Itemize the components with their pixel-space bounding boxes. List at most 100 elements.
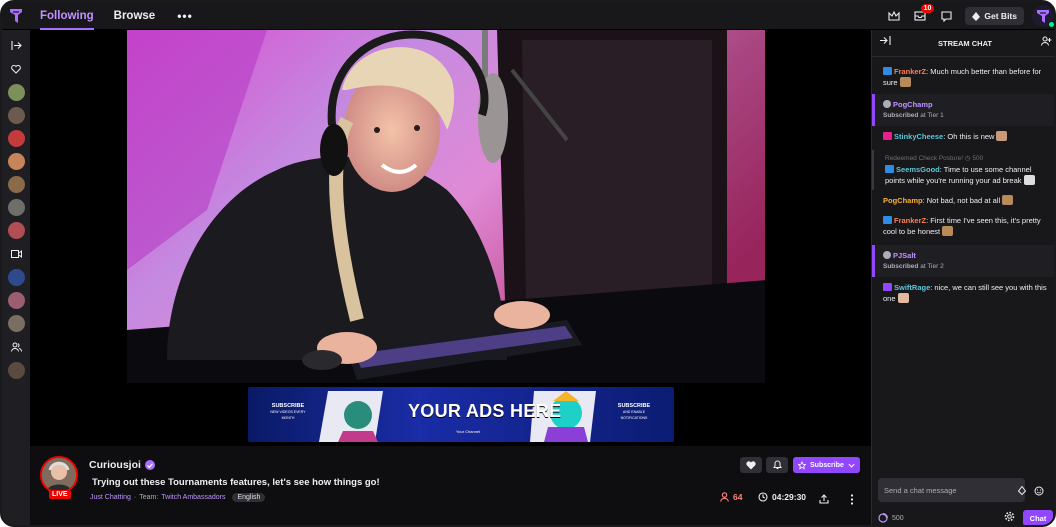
chat-username[interactable]: PogChamp xyxy=(893,100,933,109)
followed-channel-avatar[interactable] xyxy=(7,153,25,170)
prime-crown-icon[interactable] xyxy=(883,5,905,27)
chat-message-list: FrankerZ: Much much better than before f… xyxy=(872,63,1054,308)
recommended-channel-avatar[interactable] xyxy=(7,292,25,309)
stream-video-frame[interactable] xyxy=(127,30,765,383)
chat-subscription-notice: PJSalt Subscribed at Tier 2 xyxy=(872,245,1054,277)
bits-gem-icon[interactable] xyxy=(1018,486,1026,495)
chat-message: StinkyCheese: Oh this is new xyxy=(872,128,1054,146)
followed-channel-avatar[interactable] xyxy=(7,84,25,101)
people-icon xyxy=(7,338,25,356)
inbox-icon[interactable]: 10 xyxy=(909,4,935,27)
notification-badge: 10 xyxy=(920,4,935,13)
recommended-channel-avatar[interactable] xyxy=(7,269,25,286)
emote-icon xyxy=(996,131,1008,141)
follow-heart-button[interactable] xyxy=(740,457,762,473)
chat-send-button[interactable]: Chat xyxy=(1023,510,1053,525)
recommended-channel-avatar[interactable] xyxy=(7,315,25,332)
chat-username[interactable]: PJSalt xyxy=(893,251,916,260)
language-tag[interactable]: English xyxy=(232,493,266,502)
subscription-tier: Subscribed at Tier 2 xyxy=(883,261,1049,272)
chat-redemption-message: Redeemed Check Posture! ◷ 500 SeemsGood:… xyxy=(872,150,1054,190)
whispers-icon[interactable] xyxy=(935,5,957,27)
followed-channel-avatar[interactable] xyxy=(7,107,25,124)
chat-username[interactable]: PogChamp xyxy=(883,196,923,205)
star-badge-icon xyxy=(883,283,892,291)
collapse-chat-icon[interactable] xyxy=(880,36,891,47)
chat-text: : Not bad, not bad at all xyxy=(922,196,1001,205)
channel-points[interactable]: 500 xyxy=(878,513,904,523)
subscribe-label: Subscribe xyxy=(810,461,844,469)
channel-name[interactable]: Curiousjoi xyxy=(89,459,155,471)
live-badge: LIVE xyxy=(49,490,71,499)
ad-subscribe-right-small: AND ENABLE NOTIFICATIONS xyxy=(620,410,648,420)
ad-banner[interactable]: SUBSCRIBE NEW VIDEOS EVERY MONTH YOUR AD… xyxy=(248,387,674,442)
emote-icon xyxy=(1023,175,1035,185)
notifications-bell-button[interactable] xyxy=(766,457,788,473)
prime-badge-icon xyxy=(883,216,892,224)
ad-subscribe-left: SUBSCRIBE NEW VIDEOS EVERY MONTH xyxy=(270,403,306,421)
emote-picker-icon[interactable] xyxy=(1034,486,1044,496)
chat-username[interactable]: SeemsGood xyxy=(896,165,940,174)
chat-username[interactable]: FrankerZ xyxy=(894,67,926,76)
subscription-tier: Subscribed at Tier 1 xyxy=(883,110,1049,121)
chat-subscription-notice: PogChamp Subscribed at Tier 1 xyxy=(872,94,1054,126)
team-link[interactable]: Twitch Ambassadors xyxy=(161,494,225,501)
chat-username[interactable]: SwiftRage xyxy=(894,283,930,292)
more-options-icon[interactable] xyxy=(845,492,859,506)
video-player[interactable]: SUBSCRIBE NEW VIDEOS EVERY MONTH YOUR AD… xyxy=(30,30,871,446)
chat-text: : Oh this is new xyxy=(943,132,995,141)
channel-points-icon xyxy=(878,513,888,523)
chat-input[interactable]: Send a chat message xyxy=(878,478,1025,502)
tab-following[interactable]: Following xyxy=(30,2,104,30)
viewer-count-value: 64 xyxy=(733,492,743,502)
online-status-dot xyxy=(1048,21,1054,28)
chat-input-icons xyxy=(1018,486,1044,496)
chat-username[interactable]: FrankerZ xyxy=(894,216,926,225)
tab-browse[interactable]: Browse xyxy=(104,2,166,30)
subscription-tier-label: at Tier 2 xyxy=(918,263,944,270)
heart-badge-icon xyxy=(883,132,892,140)
chat-input-placeholder: Send a chat message xyxy=(884,485,957,495)
meta-separator: · xyxy=(133,494,137,501)
channel-avatar[interactable] xyxy=(40,456,78,494)
bits-gem-icon xyxy=(972,11,981,21)
top-nav-bar: Following Browse ••• 10 Get Bits xyxy=(2,2,1054,30)
heart-icon xyxy=(7,60,25,78)
stream-info-panel: LIVE Curiousjoi Trying out these Tournam… xyxy=(30,446,871,525)
share-icon[interactable] xyxy=(817,492,831,506)
stream-meta: Just Chatting · Team: Twitch Ambassadors… xyxy=(90,493,266,502)
followed-channel-avatar[interactable] xyxy=(7,130,25,147)
sub-star-icon xyxy=(883,100,891,108)
uptime-value: 04:29:30 xyxy=(772,492,807,502)
community-users-icon[interactable] xyxy=(1041,36,1052,48)
sub-star-icon xyxy=(883,251,891,259)
get-bits-button[interactable]: Get Bits xyxy=(965,7,1024,25)
channel-name-text: Curiousjoi xyxy=(89,459,141,471)
user-avatar[interactable] xyxy=(1032,5,1054,28)
chat-footer: 500 Chat xyxy=(878,510,1053,525)
emote-icon xyxy=(942,226,954,236)
subscription-label: Subscribed xyxy=(883,263,919,270)
subscription-label: Subscribed xyxy=(883,112,919,119)
chat-settings-gear-icon[interactable] xyxy=(1004,511,1015,525)
twitch-logo-icon[interactable] xyxy=(2,2,30,30)
followed-channel-avatar[interactable] xyxy=(7,176,25,193)
left-sidebar-collapsed xyxy=(2,30,30,525)
stream-uptime: 04:29:30 xyxy=(758,492,806,502)
streamer-video-image xyxy=(127,30,765,383)
chat-username[interactable]: StinkyCheese xyxy=(894,132,943,141)
ad-handle: Your Channel xyxy=(455,429,481,434)
followed-channel-avatar[interactable] xyxy=(7,222,25,239)
more-menu-button[interactable]: ••• xyxy=(165,9,205,23)
top-right-controls: 10 Get Bits xyxy=(883,2,1054,30)
similar-channel-avatar[interactable] xyxy=(7,362,25,379)
followed-channel-avatar[interactable] xyxy=(7,199,25,216)
redemption-label: Redeemed Check Posture! xyxy=(885,155,964,162)
emote-icon xyxy=(897,293,909,303)
channel-points-value: 500 xyxy=(892,514,904,522)
channel-points-icon: ◷ xyxy=(964,155,971,162)
subscribe-button[interactable]: Subscribe xyxy=(793,457,860,473)
ad-subscribe-right: SUBSCRIBE AND ENABLE NOTIFICATIONS xyxy=(612,403,656,421)
collapse-arrow-icon[interactable] xyxy=(7,36,25,54)
category-link[interactable]: Just Chatting xyxy=(90,494,131,501)
